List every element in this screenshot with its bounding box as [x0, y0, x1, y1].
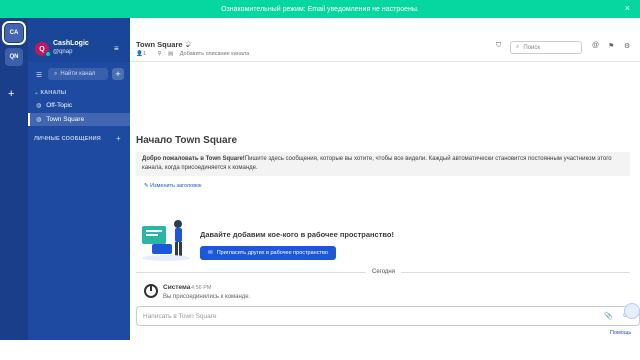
online-status-icon [45, 51, 51, 57]
search-placeholder: Поиск [523, 44, 541, 51]
announcement-banner: Ознакомительный режим: Email уведомления… [0, 0, 640, 18]
globe-icon: ◍ [36, 103, 42, 109]
edit-header-link[interactable]: ✎ Изменить заголовок [144, 183, 202, 189]
assistant-icon[interactable] [624, 303, 640, 319]
find-channel-input[interactable]: ⌕ Найти канал [48, 68, 108, 80]
channel-intro-text: Добро пожаловать в Town Square!Пишите зд… [136, 152, 630, 176]
intro-welcome-bold: Добро пожаловать в Town Square! [142, 156, 245, 162]
member-count: 1 [142, 51, 146, 57]
menu-icon[interactable]: ≡ [114, 44, 119, 53]
dm-section-header[interactable]: ЛИЧНЫЕ СООБЩЕНИЯ [34, 136, 101, 142]
pin-icon[interactable]: ⚲ [157, 51, 161, 57]
search-icon: ⌕ [516, 44, 520, 50]
envelope-icon: ✉ [208, 250, 213, 256]
close-icon[interactable]: × [625, 3, 630, 13]
composer-placeholder: Написать в Town Square [143, 312, 217, 320]
team-name[interactable]: CashLogic [53, 40, 89, 47]
members-icon[interactable]: 👤1 [136, 51, 151, 57]
invite-button-label: Пригласить других в рабочее пространство [216, 250, 328, 256]
invite-title: Давайте добавим кое-кого в рабочее прост… [200, 230, 394, 239]
team-initials: QN [9, 54, 19, 60]
search-input[interactable]: ⌕ Поиск [510, 41, 582, 54]
add-channel-button[interactable]: + [112, 68, 124, 80]
section-title: ЛИЧНЫЕ СООБЩЕНИЯ [34, 136, 101, 142]
sidebar-item-label: Off-Topic [46, 102, 73, 109]
sidebar-item-label: Town Square [46, 116, 85, 123]
post-message: Вы присоединились к команде. [163, 294, 251, 300]
search-icon: ⌕ [54, 70, 58, 77]
sidebar-item-off-topic[interactable]: ◍ Off-Topic [28, 99, 130, 112]
star-icon[interactable]: ☆ [185, 39, 192, 48]
channel-view: Town Square ⌄ ☆ 👤1 ⚲ ▤ Добавить описание… [130, 18, 640, 340]
filter-icon[interactable]: ☰ [36, 71, 42, 79]
section-title: КАНАЛЫ [40, 90, 67, 96]
globe-icon: ◍ [36, 117, 42, 123]
invite-members-button[interactable]: ✉ Пригласить других в рабочее пространст… [200, 246, 336, 260]
channel-meta: 👤1 ⚲ ▤ Добавить описание канала [136, 51, 254, 57]
system-avatar-icon [144, 284, 158, 298]
sidebar-header: Q CashLogic @qnap ≡ [28, 18, 130, 62]
team-sidebar: CA QN + [0, 18, 28, 340]
channel-sidebar: Q CashLogic @qnap ≡ ☰ ⌕ Найти канал + ⌄ … [28, 18, 130, 340]
channels-section-header[interactable]: ⌄ КАНАЛЫ [34, 90, 66, 96]
add-dm-button[interactable]: + [116, 134, 121, 143]
username: @qnap [53, 49, 73, 55]
team-tile-qn[interactable]: QN [5, 48, 23, 66]
help-link[interactable]: Помощь [610, 330, 631, 336]
attach-icon[interactable]: 📎 [604, 312, 613, 320]
channel-intro-title: Начало Town Square [136, 135, 238, 146]
file-icon[interactable]: ▤ [168, 51, 173, 57]
bookmark-icon[interactable]: ⚑ [608, 42, 614, 50]
post-author[interactable]: Система [163, 284, 190, 291]
channel-header: Town Square ⌄ ☆ 👤1 ⚲ ▤ Добавить описание… [130, 18, 640, 62]
edit-header-label: Изменить заголовок [150, 183, 202, 189]
at-mention-icon[interactable]: @ [592, 42, 599, 49]
invite-illustration-icon [142, 220, 190, 261]
post-time[interactable]: 4:56 PM [191, 285, 211, 291]
shield-icon[interactable]: ⛉ [496, 42, 501, 50]
message-composer[interactable]: Написать в Town Square 📎 ☺ [136, 306, 640, 326]
channel-title[interactable]: Town Square ⌄ [136, 40, 191, 49]
add-description-link[interactable]: Добавить описание канала [180, 51, 249, 57]
banner-text: Ознакомительный режим: Email уведомления… [221, 5, 419, 13]
sidebar-item-town-square[interactable]: ◍ Town Square [28, 113, 130, 126]
date-label: Сегодня [366, 269, 401, 275]
team-initials: CA [9, 30, 19, 36]
team-tile-ca[interactable]: CA [2, 21, 26, 45]
find-channel-placeholder: Найти канал [60, 71, 96, 77]
settings-icon[interactable]: ⚙ [624, 42, 630, 50]
add-team-button[interactable]: + [8, 88, 14, 100]
